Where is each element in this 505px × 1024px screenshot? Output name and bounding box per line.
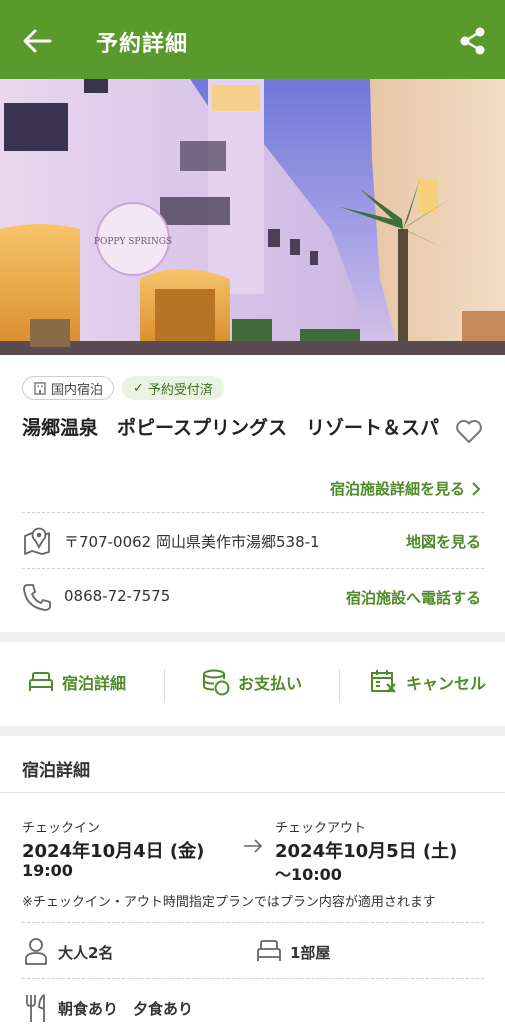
hotel-detail-link-label: 宿泊施設詳細を見る (329, 480, 465, 498)
divider (22, 922, 484, 923)
meal-plan: 朝食あり 夕食あり (58, 1000, 194, 1018)
guest-count: 大人2名 (58, 944, 114, 962)
map-pin-icon (24, 527, 50, 555)
checkin-time: 19:00 (22, 861, 73, 880)
checkout-time: 〜10:00 (275, 865, 342, 884)
bed-icon (257, 940, 281, 961)
bed-icon (29, 672, 53, 691)
status-badges: 国内宿泊 ✓ 予約受付済 (22, 376, 224, 400)
tab-cancel[interactable]: キャンセル (370, 662, 486, 702)
domestic-stay-badge: 国内宿泊 (22, 376, 115, 400)
tab-stay-details-label: 宿泊詳細 (62, 674, 127, 693)
tab-payment-label: お支払い (238, 674, 303, 693)
arrow-right-icon (244, 839, 263, 853)
divider (22, 978, 484, 979)
checkin-label: チェックイン (22, 821, 101, 836)
checkout-date: 2024年10月5日 (土) (275, 841, 458, 862)
divider (164, 670, 165, 702)
share-icon[interactable] (459, 26, 487, 56)
section-gap (0, 726, 505, 736)
checkout-label: チェックアウト (275, 821, 367, 836)
room-count: 1部屋 (290, 944, 331, 962)
fork-knife-icon (26, 994, 45, 1022)
person-icon (25, 938, 47, 965)
reservation-status-label: 予約受付済 (147, 382, 213, 398)
hotel-name: 湯郷温泉 ポピースプリングス リゾート＆スパ (22, 417, 440, 439)
domestic-stay-label: 国内宿泊 (51, 382, 104, 398)
checkin-date: 2024年10月4日 (金) (22, 841, 205, 862)
tab-cancel-label: キャンセル (406, 674, 487, 693)
hotel-address: 〒707-0062 岡山県美作市湯郷538-1 (64, 533, 320, 551)
hotel-detail-link[interactable]: 宿泊施設詳細を見る (330, 478, 481, 499)
back-arrow-icon[interactable] (20, 24, 54, 58)
divider (0, 792, 505, 793)
check-icon: ✓ (133, 380, 144, 396)
coins-icon (203, 669, 230, 696)
checkin-note: ※チェックイン・アウト時間指定プランではプラン内容が適用されます (22, 895, 436, 910)
call-hotel-link[interactable]: 宿泊施設へ電話する (346, 587, 481, 608)
reservation-actions: 宿泊詳細 お支払い キャンセル (0, 644, 505, 726)
divider (22, 512, 484, 513)
tab-stay-details[interactable]: 宿泊詳細 (28, 662, 126, 702)
divider (22, 568, 484, 569)
section-gap (0, 632, 505, 642)
chevron-right-icon (472, 481, 481, 496)
phone-icon (23, 584, 51, 611)
hotel-phone: 0868-72-7575 (64, 587, 171, 605)
app-bar: 予約詳細 (0, 0, 505, 79)
calendar-cancel-icon (371, 670, 396, 693)
reservation-status-badge: ✓ 予約受付済 (122, 376, 224, 400)
hotel-photo: POPPY SPRINGS (0, 79, 505, 355)
hotel-sign-text: POPPY SPRINGS (94, 237, 172, 247)
page-title: 予約詳細 (96, 32, 189, 57)
map-link[interactable]: 地図を見る (406, 531, 481, 552)
favorite-heart-icon[interactable] (455, 418, 483, 444)
tab-payment[interactable]: お支払い (202, 662, 302, 702)
building-icon (34, 382, 46, 395)
divider (339, 670, 340, 702)
stay-details-heading: 宿泊詳細 (22, 761, 90, 781)
